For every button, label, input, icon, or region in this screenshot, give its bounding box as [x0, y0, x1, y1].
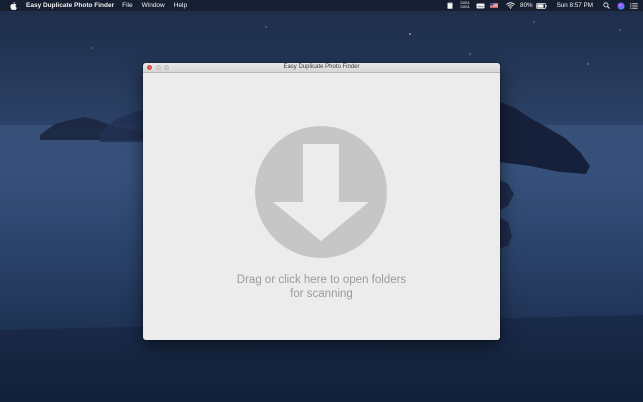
spotlight-search-icon[interactable] — [601, 0, 612, 11]
drive-icon[interactable] — [475, 0, 486, 11]
battery-percent[interactable]: 80% — [520, 0, 533, 11]
status-area: DOE& DOE& 80% Sun 8:57 PM — [446, 0, 643, 11]
drop-instructions[interactable]: Drag or click here to open folders for s… — [143, 273, 500, 301]
status-extra[interactable]: DOE& DOE& — [458, 0, 472, 11]
drop-zone[interactable]: Drag or click here to open folders for s… — [143, 72, 500, 340]
app-window: Easy Duplicate Photo Finder Drag or clic… — [143, 63, 500, 340]
desktop: Easy Duplicate Photo Finder File Window … — [0, 0, 643, 402]
status-extra-bottom: DOE& — [460, 4, 470, 9]
menu-window[interactable]: Window — [142, 0, 165, 11]
menu-help[interactable]: Help — [174, 0, 187, 11]
siri-icon[interactable] — [615, 0, 626, 11]
notification-center-icon[interactable] — [628, 0, 639, 11]
drop-instructions-line2: for scanning — [290, 288, 353, 300]
clipboard-icon[interactable] — [446, 0, 455, 11]
download-arrow-icon[interactable] — [255, 126, 387, 258]
wifi-icon[interactable] — [505, 0, 516, 11]
menu-bar: Easy Duplicate Photo Finder File Window … — [0, 0, 643, 11]
drop-instructions-line1: Drag or click here to open folders — [236, 274, 407, 286]
app-menu[interactable]: Easy Duplicate Photo Finder — [26, 0, 114, 11]
clock[interactable]: Sun 8:57 PM — [557, 0, 593, 11]
window-title: Easy Duplicate Photo Finder — [283, 64, 360, 70]
flag-icon[interactable] — [489, 0, 499, 11]
battery-icon[interactable] — [535, 0, 548, 11]
apple-icon[interactable] — [9, 1, 17, 10]
menu-file[interactable]: File — [122, 0, 132, 11]
